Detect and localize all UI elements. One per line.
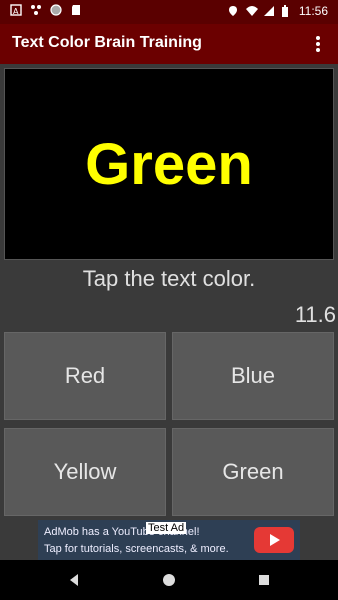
color-word-display: Green	[4, 68, 334, 260]
signal-dots-icon	[30, 4, 42, 16]
test-ad-badge: Test Ad	[146, 522, 187, 534]
answer-button-green[interactable]: Green	[172, 428, 334, 516]
ad-banner[interactable]: AdMob has a YouTube channel! Tap for tut…	[38, 520, 300, 560]
app-bar: Text Color Brain Training	[0, 24, 338, 64]
answer-button-red[interactable]: Red	[4, 332, 166, 420]
ad-line-2: Tap for tutorials, screencasts, & more.	[44, 543, 229, 555]
status-bar: A 11:56	[0, 0, 338, 24]
answer-button-blue[interactable]: Blue	[172, 332, 334, 420]
recents-icon[interactable]	[256, 572, 272, 588]
svg-text:A: A	[13, 7, 19, 16]
instruction-text: Tap the text color.	[82, 266, 256, 291]
overflow-menu-icon[interactable]	[308, 32, 328, 56]
sd-card-icon	[70, 4, 82, 16]
status-left-icons: A	[10, 4, 82, 16]
circle-icon	[50, 4, 62, 16]
home-icon[interactable]	[161, 572, 177, 588]
cell-signal-icon	[263, 5, 275, 17]
wifi-icon	[245, 5, 258, 17]
notification-a-icon: A	[10, 4, 22, 16]
status-time: 11:56	[298, 4, 328, 18]
timer: 11.6	[294, 302, 336, 327]
youtube-play-icon	[254, 527, 294, 553]
back-icon[interactable]	[66, 572, 82, 588]
app-title: Text Color Brain Training	[12, 34, 202, 51]
status-right-icons: 11:56	[227, 4, 328, 18]
battery-icon	[281, 5, 293, 17]
location-icon	[227, 5, 239, 17]
color-word: Green	[85, 131, 253, 197]
navigation-bar	[0, 560, 338, 600]
answer-button-yellow[interactable]: Yellow	[4, 428, 166, 516]
